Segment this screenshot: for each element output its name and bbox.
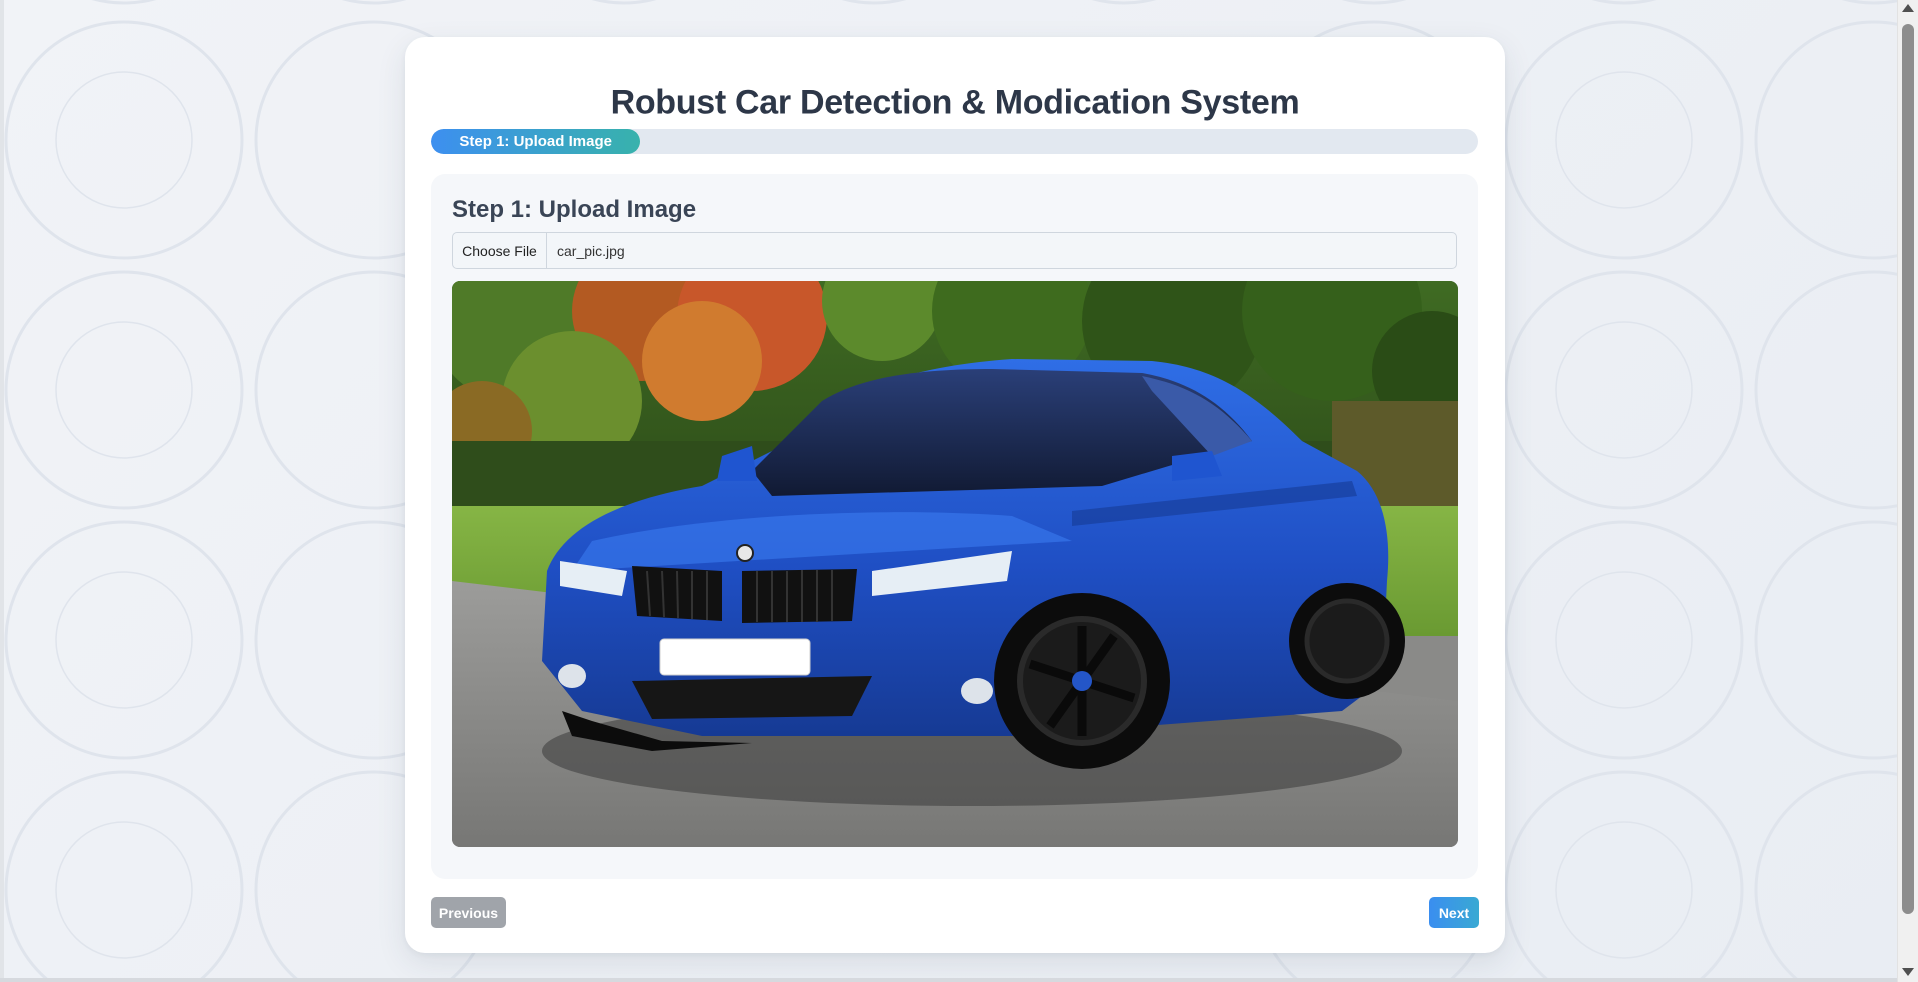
progress-label: Step 1: Upload Image xyxy=(459,133,612,150)
step-panel: Step 1: Upload Image Choose File car_pic… xyxy=(431,174,1478,879)
file-input[interactable]: Choose File car_pic.jpg xyxy=(452,232,1457,269)
page-scrollbar[interactable] xyxy=(1897,0,1918,982)
selected-file-name: car_pic.jpg xyxy=(557,242,625,259)
page-title: Robust Car Detection & Modication System xyxy=(610,83,1300,122)
car-photo xyxy=(452,281,1458,847)
progress-bar-fill: Step 1: Upload Image xyxy=(431,129,641,154)
scrollbar-thumb[interactable] xyxy=(1902,24,1914,914)
window-bottom-edge xyxy=(0,978,1918,982)
scroll-up-icon[interactable] xyxy=(1902,4,1914,12)
next-button[interactable]: Next xyxy=(1429,897,1479,928)
image-preview xyxy=(452,281,1458,847)
choose-file-button[interactable]: Choose File xyxy=(453,233,547,268)
scroll-down-icon[interactable] xyxy=(1902,968,1914,976)
previous-button[interactable]: Previous xyxy=(431,897,506,928)
progress-bar: Step 1: Upload Image xyxy=(431,129,1478,154)
main-card: Robust Car Detection & Modication System… xyxy=(405,37,1505,953)
page-viewport: Robust Car Detection & Modication System… xyxy=(4,0,1897,978)
step-heading: Step 1: Upload Image xyxy=(452,196,697,223)
